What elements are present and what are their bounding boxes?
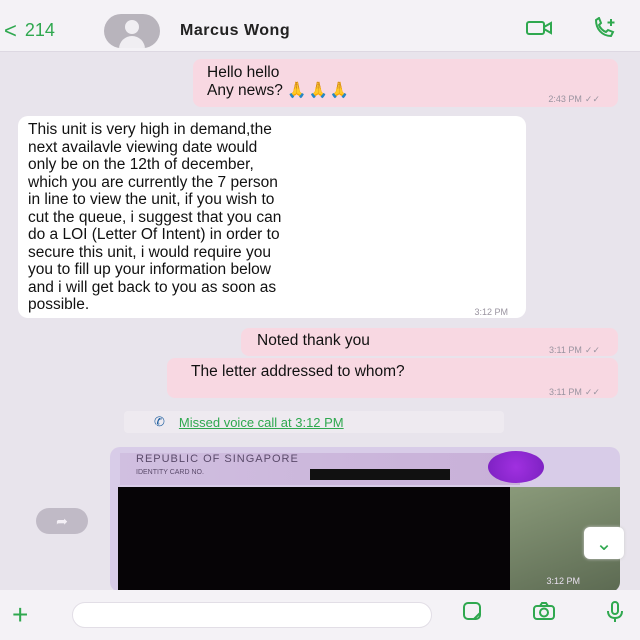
- message-line: possible.: [28, 296, 90, 313]
- message-line: cut the queue, i suggest that you can: [28, 208, 282, 226]
- message-input[interactable]: [72, 602, 432, 628]
- avatar[interactable]: [104, 13, 160, 48]
- message-timestamp: 3:11 PM ✓✓: [549, 345, 600, 355]
- id-card-field-label: IDENTITY CARD NO.: [136, 469, 204, 476]
- back-button[interactable]: < 214: [4, 18, 104, 44]
- forward-button[interactable]: ➦: [36, 508, 88, 534]
- video-call-icon[interactable]: [526, 17, 552, 45]
- voice-call-icon[interactable]: [592, 15, 618, 45]
- camera-icon[interactable]: [532, 601, 556, 629]
- message-bubble-outgoing[interactable]: The letter addressed to whom? 3:11 PM ✓✓: [167, 358, 618, 398]
- attach-plus-icon[interactable]: +: [12, 599, 52, 631]
- read-ticks-icon: ✓✓: [584, 94, 600, 104]
- missed-call-link[interactable]: Missed voice call at 3:12 PM: [179, 415, 344, 430]
- coat-of-arms-emblem: [488, 451, 544, 483]
- redaction-block: [118, 487, 510, 592]
- compose-bar: +: [0, 590, 640, 640]
- message-line: only be on the 12th of december,: [28, 156, 254, 173]
- message-line: in line to view the unit, if you wish to: [28, 191, 275, 208]
- redaction-bar: [310, 469, 450, 480]
- chevron-left-icon: <: [4, 17, 17, 43]
- message-text: Any news?: [207, 81, 283, 99]
- image-timestamp: 3:12 PM: [546, 576, 580, 586]
- read-ticks-icon: ✓✓: [584, 345, 600, 355]
- message-line: do a LOI (Letter Of Intent) in order to: [28, 226, 280, 243]
- message-timestamp: 3:12 PM: [474, 307, 508, 317]
- chat-header: < 214 Marcus Wong: [0, 10, 640, 52]
- status-bar: [0, 0, 640, 10]
- message-text: Hello hello: [207, 64, 280, 81]
- message-line: secure this unit, i would require you: [28, 243, 271, 261]
- contact-name[interactable]: Marcus Wong: [180, 22, 290, 40]
- pray-emoji: 🙏🙏🙏: [287, 81, 352, 99]
- message-bubble-outgoing[interactable]: Hello hello Any news? 🙏🙏🙏 2:43 PM ✓✓: [193, 59, 618, 107]
- avatar-head-shape: [125, 19, 139, 34]
- read-ticks-icon: ✓✓: [584, 387, 600, 397]
- message-text: Noted thank you: [257, 332, 370, 349]
- scroll-to-bottom-button[interactable]: ⌄: [584, 527, 624, 559]
- forward-icon: ➦: [56, 512, 68, 529]
- message-timestamp: 2:43 PM ✓✓: [548, 94, 600, 104]
- message-text: The letter addressed to whom?: [191, 363, 405, 380]
- message-bubble-outgoing[interactable]: Noted thank you 3:11 PM ✓✓: [241, 328, 618, 356]
- unread-count: 214: [24, 20, 55, 40]
- message-line: next availavle viewing date would: [28, 138, 258, 156]
- missed-call-notice[interactable]: ✆ Missed voice call at 3:12 PM: [124, 411, 504, 433]
- image-message[interactable]: REPUBLIC OF SINGAPORE IDENTITY CARD NO. …: [110, 447, 620, 592]
- missed-call-icon: ✆: [154, 414, 165, 429]
- message-line: and i will get back to you as soon as: [28, 278, 277, 296]
- id-card-country-text: REPUBLIC OF SINGAPORE: [136, 453, 299, 465]
- message-timestamp: 3:11 PM ✓✓: [549, 387, 600, 397]
- message-bubble-incoming[interactable]: This unit is very high in demand,the nex…: [18, 116, 526, 318]
- message-line: which you are currently the 7 person: [28, 173, 278, 191]
- message-line: you to fill up your information below: [28, 261, 271, 278]
- sticker-icon[interactable]: [462, 601, 482, 629]
- microphone-icon[interactable]: [606, 601, 624, 629]
- chevron-down-icon: ⌄: [595, 532, 613, 555]
- message-line: This unit is very high in demand,the: [28, 121, 272, 138]
- avatar-body-shape: [119, 35, 145, 48]
